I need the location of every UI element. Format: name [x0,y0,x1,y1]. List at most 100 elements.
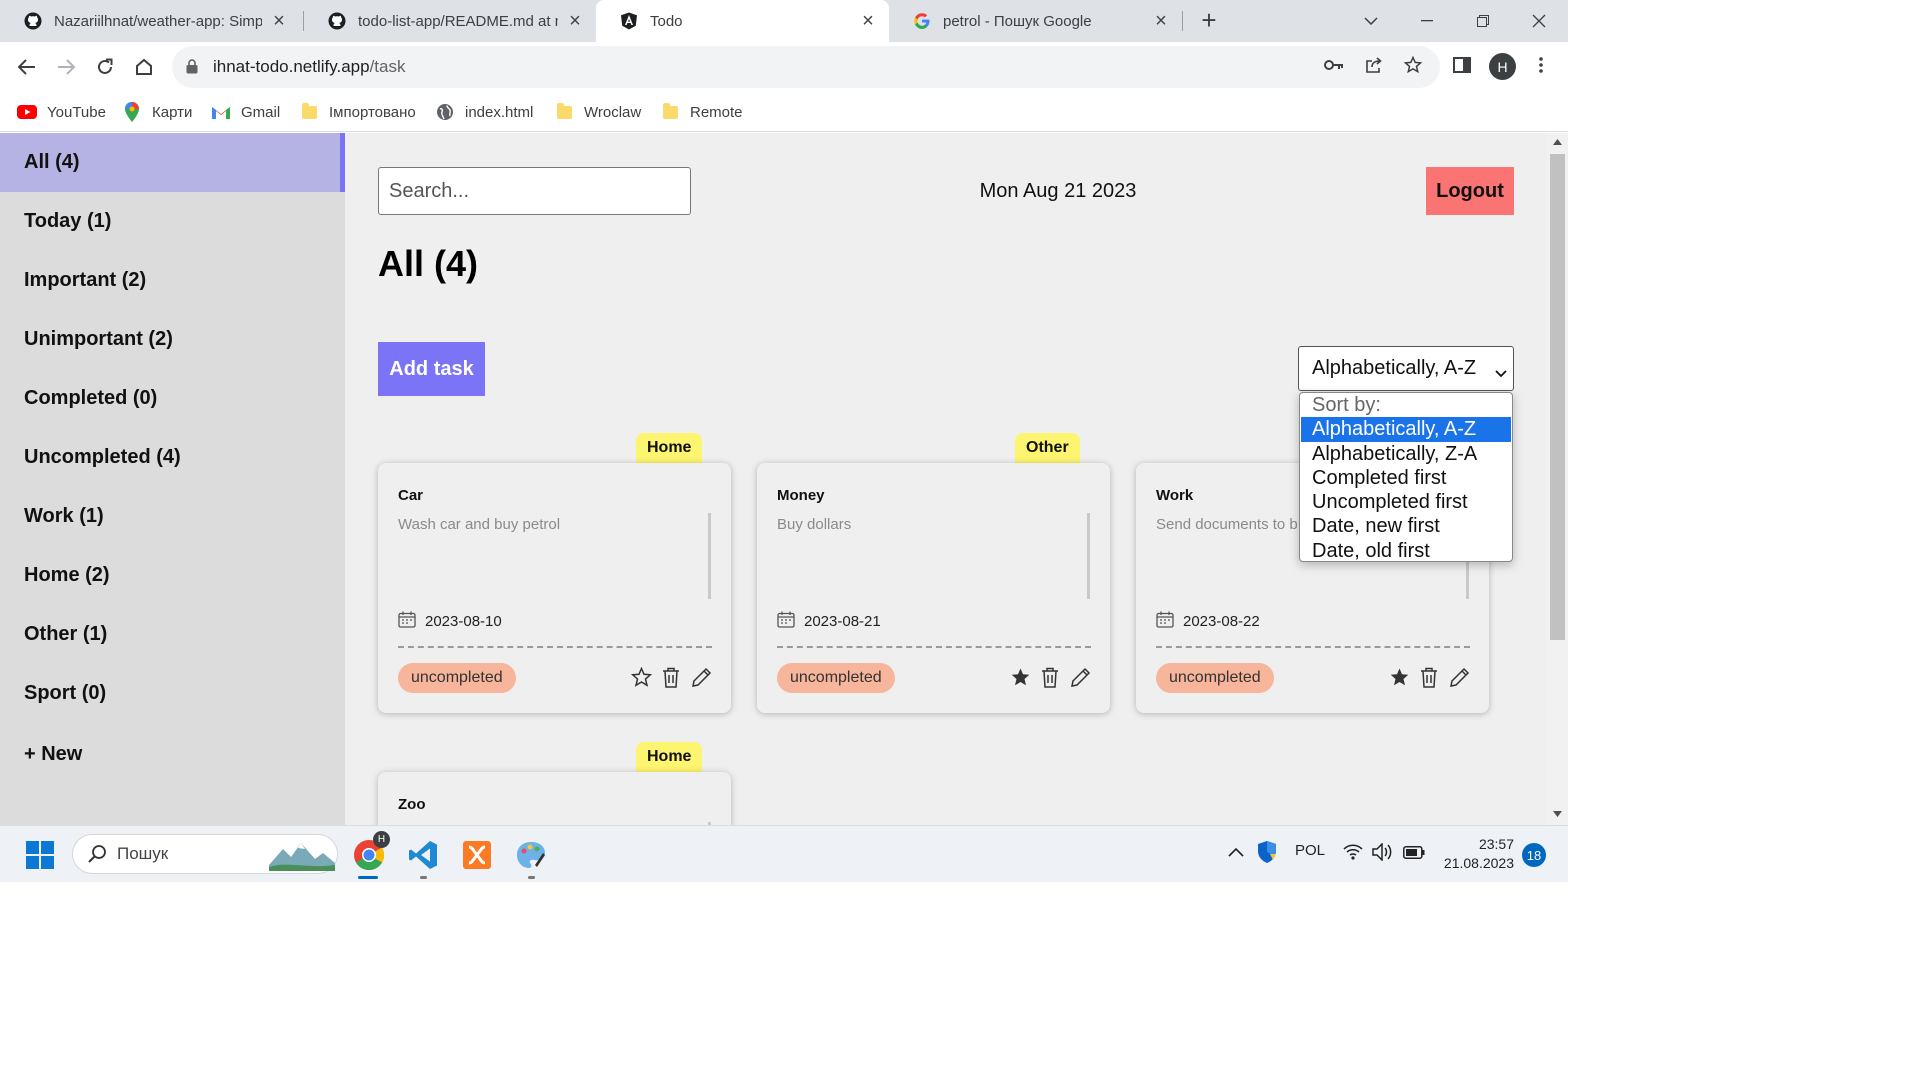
sidebar-item-today[interactable]: Today (1) [0,192,345,251]
bookmark-star-icon[interactable] [1400,52,1426,78]
pencil-icon[interactable] [1069,666,1091,688]
scroll-down-icon[interactable] [1553,811,1562,817]
bookmark-folder-remote[interactable]: Remote [660,101,743,123]
close-icon[interactable]: × [566,10,584,32]
sidebar-item-uncompleted[interactable]: Uncompleted (4) [0,428,345,487]
sidebar-item-work[interactable]: Work (1) [0,487,345,546]
status-badge[interactable]: uncompleted [777,663,895,693]
bookmark-folder-imported[interactable]: Імпортовано [299,101,416,123]
pencil-icon[interactable] [690,666,712,688]
bookmark-maps[interactable]: Карти [122,101,192,123]
description-scrollbar[interactable] [708,513,711,599]
taskbar-search[interactable]: Пошук [72,834,338,874]
sort-option[interactable]: Uncompleted first [1300,490,1512,514]
angular-icon [620,12,638,30]
language-indicator[interactable]: POL [1295,842,1325,859]
trash-icon[interactable] [1418,666,1440,688]
profile-avatar[interactable]: H [1489,53,1516,80]
sort-option[interactable]: Alphabetically, Z-A [1300,442,1512,466]
status-badge[interactable]: uncompleted [398,663,516,693]
chevron-up-icon[interactable] [1228,844,1244,861]
star-filled-icon[interactable] [1388,666,1410,688]
task-title: Zoo [398,796,426,813]
side-panel-icon[interactable] [1449,52,1475,78]
xampp-icon[interactable] [457,835,497,875]
pencil-icon[interactable] [1448,666,1470,688]
sidebar-item-other[interactable]: Other (1) [0,605,345,664]
search-input[interactable] [378,167,691,215]
menu-dots-icon[interactable] [1528,52,1554,78]
task-card[interactable]: Money Buy dollars 2023-08-21 uncompleted [757,463,1110,713]
sidebar-item-sport[interactable]: Sport (0) [0,664,345,723]
sort-dropdown-list: Sort by: Alphabetically, A-Z Alphabetica… [1299,392,1513,562]
sort-option[interactable]: Completed first [1300,466,1512,490]
close-icon[interactable]: × [859,10,877,32]
trash-icon[interactable] [1039,666,1061,688]
sort-select[interactable]: Alphabetically, A-Z [1298,346,1514,391]
scrollbar-thumb[interactable] [1550,154,1565,640]
category-tag: Home [636,433,703,463]
scroll-up-icon[interactable] [1553,139,1562,145]
trash-icon[interactable] [660,666,682,688]
add-task-button[interactable]: Add task [378,342,485,396]
page-scrollbar[interactable] [1547,133,1568,825]
sidebar-item-home[interactable]: Home (2) [0,546,345,605]
restore-icon[interactable] [1456,0,1510,42]
new-category-button[interactable]: + New [0,725,345,784]
new-tab-button[interactable]: + [1196,7,1222,34]
star-outline-icon[interactable] [630,666,652,688]
chrome-icon[interactable]: H [349,831,390,875]
calendar-icon [398,611,416,632]
browser-tab-active[interactable]: Todo × [596,0,889,42]
task-card[interactable]: Car Wash car and buy petrol 2023-08-10 u… [378,463,731,713]
tab-search-chevron-icon[interactable] [1344,0,1398,42]
chevron-down-icon [1495,361,1507,384]
bookmark-folder-wroclaw[interactable]: Wroclaw [554,101,641,123]
window-close-icon[interactable] [1512,0,1566,42]
address-bar[interactable]: ihnat-todo.netlify.app/task [172,46,1440,88]
task-card[interactable]: Zoo [378,772,731,825]
windows-start-icon[interactable] [20,835,60,875]
back-icon[interactable] [12,52,42,82]
url-host: ihnat-todo.netlify.app [213,57,370,76]
vscode-icon[interactable] [403,835,443,875]
forward-icon[interactable] [51,52,81,82]
sort-selected-value: Alphabetically, A-Z [1312,357,1477,379]
close-icon[interactable]: × [270,10,288,32]
sidebar-item-important[interactable]: Important (2) [0,251,345,310]
sidebar-item-unimportant[interactable]: Unimportant (2) [0,310,345,369]
bookmark-label: Імпортовано [329,103,416,121]
share-icon[interactable] [1361,52,1387,78]
close-icon[interactable]: × [1152,10,1170,32]
sidebar-item-all[interactable]: All (4) [0,133,345,192]
star-filled-icon[interactable] [1009,666,1031,688]
sort-option[interactable]: Date, new first [1300,514,1512,538]
bookmark-index-html[interactable]: index.html [435,101,533,123]
status-badge[interactable]: uncompleted [1156,663,1274,693]
system-clock[interactable]: 23:57 21.08.2023 [1434,835,1514,873]
description-scrollbar[interactable] [1087,513,1090,599]
logout-button[interactable]: Logout [1426,167,1514,215]
wifi-icon[interactable] [1343,844,1363,864]
sort-option[interactable]: Alphabetically, A-Z [1301,417,1511,442]
home-icon[interactable] [129,52,159,82]
bookmarks-bar: YouTube Карти Gmail Імпортовано index.ht… [0,92,1568,132]
paint-icon[interactable] [511,835,551,875]
sort-option[interactable]: Date, old first [1300,539,1512,563]
browser-tab[interactable]: todo-list-app/README.md at ma × [304,0,596,42]
sidebar-item-completed[interactable]: Completed (0) [0,369,345,428]
volume-icon[interactable] [1372,842,1392,865]
notification-badge[interactable]: 18 [1522,843,1546,867]
lock-icon[interactable] [186,59,198,79]
task-title: Car [398,487,424,504]
battery-icon[interactable] [1403,846,1425,863]
bookmark-gmail[interactable]: Gmail [211,101,280,123]
reload-icon[interactable] [90,52,120,82]
github-icon [24,12,42,30]
browser-tab[interactable]: petrol - Пошук Google × [889,0,1182,42]
minimize-icon[interactable] [1400,0,1454,42]
key-icon[interactable] [1321,52,1347,78]
browser-tab[interactable]: Nazariilhnat/weather-app: Simple × [0,0,300,42]
defender-shield-icon[interactable] [1256,840,1278,868]
bookmark-youtube[interactable]: YouTube [17,101,106,123]
